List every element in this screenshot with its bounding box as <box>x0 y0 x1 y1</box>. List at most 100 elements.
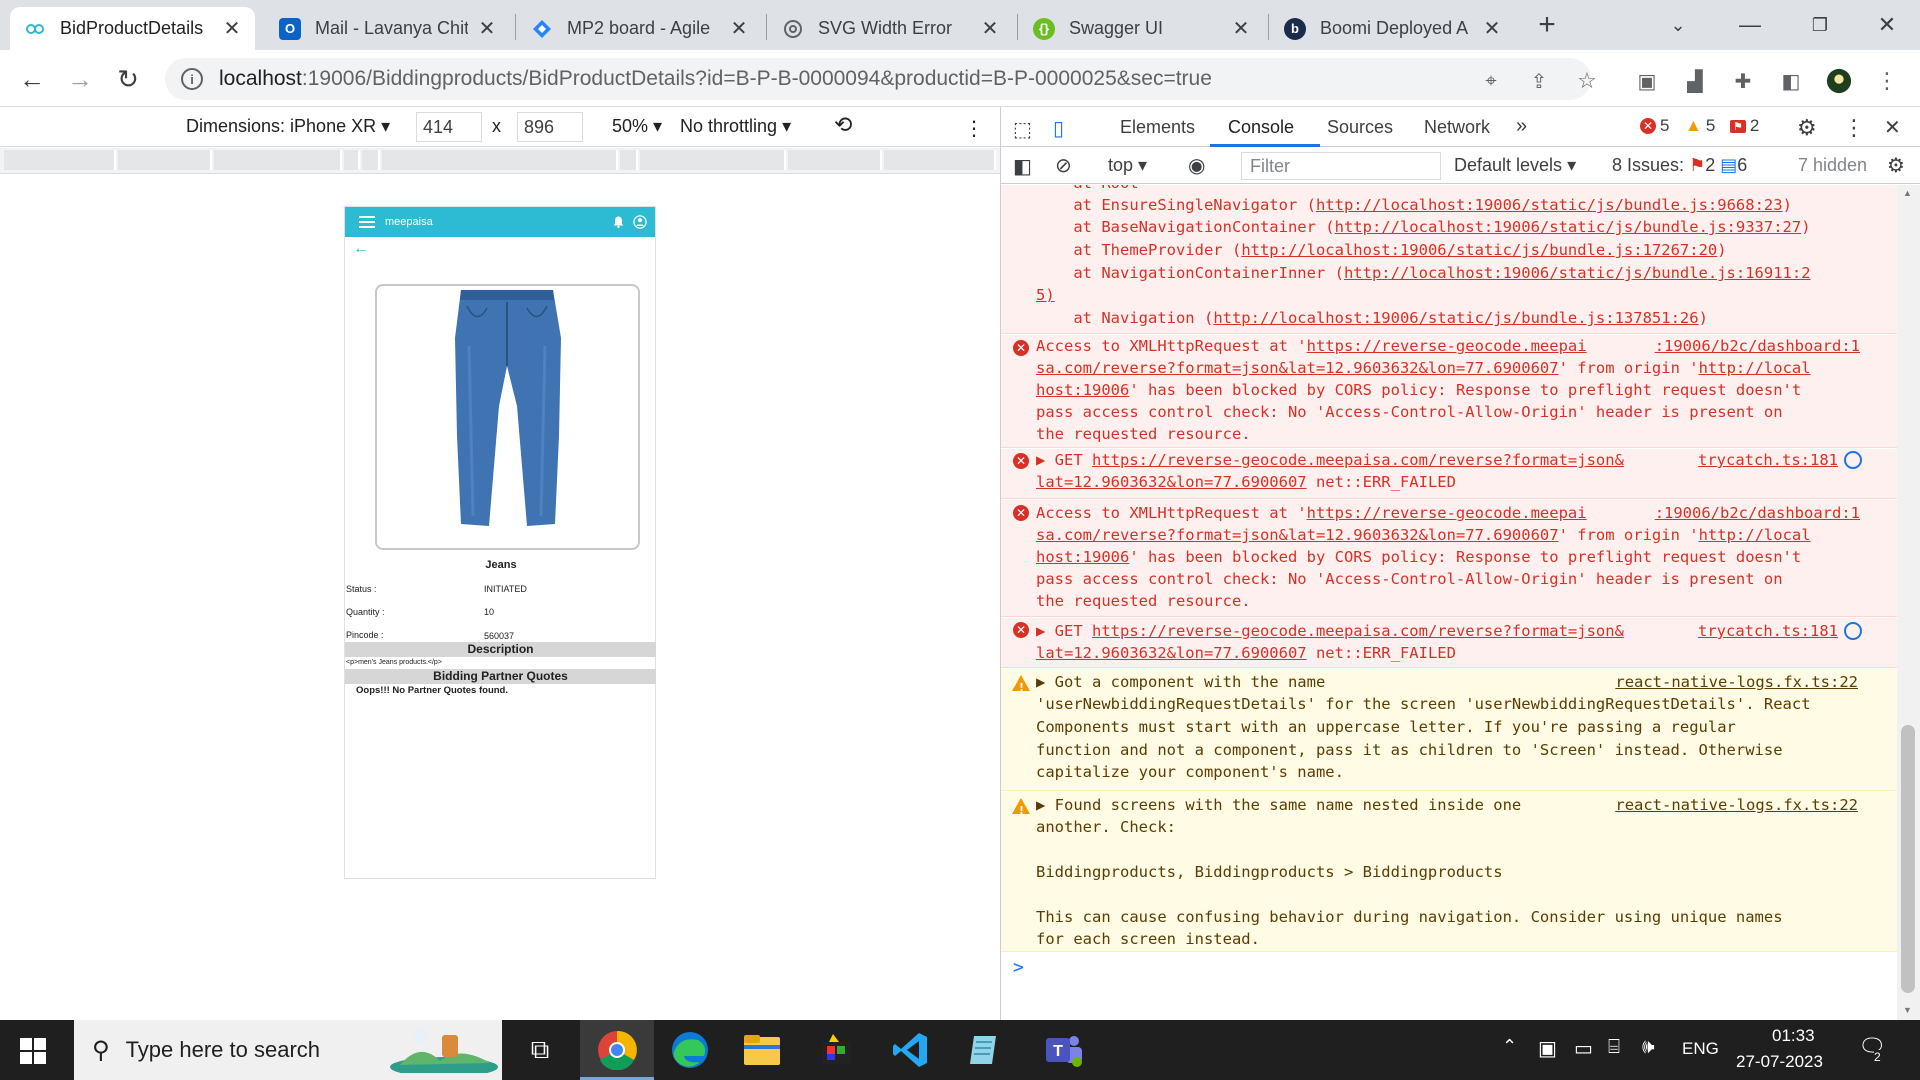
stack-link[interactable]: 5) <box>1036 286 1055 304</box>
stack-link[interactable]: http://localhost:19006/static/js/bundle.… <box>1241 241 1717 259</box>
browser-tab-boomi[interactable]: b Boomi Deployed A ✕ <box>1270 7 1515 50</box>
close-tab-icon[interactable]: ✕ <box>730 16 748 41</box>
vscode-icon[interactable] <box>888 1028 932 1072</box>
request-url-link[interactable]: sa.com/reverse?format=json&lat=12.960363… <box>1036 359 1559 377</box>
address-bar[interactable]: i localhost:19006/Biddingproducts/BidPro… <box>165 58 1591 100</box>
site-info-icon[interactable]: i <box>181 68 203 90</box>
error-count-badge[interactable]: ✕ 5 <box>1640 116 1669 136</box>
warning-count-badge[interactable]: ▲ 5 <box>1685 116 1715 136</box>
forward-button[interactable]: → <box>62 61 98 97</box>
request-url-link[interactable]: lat=12.9603632&lon=77.6900607 <box>1036 644 1307 662</box>
width-input[interactable]: 414 <box>416 112 482 142</box>
paint-app-icon[interactable] <box>815 1028 859 1072</box>
close-tab-icon[interactable]: ✕ <box>1483 16 1501 41</box>
console-warning-component-name[interactable]: ▶ Got a component with the name react-na… <box>1001 669 1898 791</box>
device-more-icon[interactable]: ⋮ <box>964 116 984 141</box>
notepad-app-icon[interactable] <box>962 1028 1006 1072</box>
chrome-icon[interactable] <box>595 1028 639 1072</box>
zoom-select[interactable]: 50% ▾ <box>612 116 662 137</box>
request-url-link[interactable]: https://reverse-geocode.meepaisa.com/rev… <box>1092 451 1624 469</box>
browser-tab-mp2-board[interactable]: MP2 board - Agile ✕ <box>517 7 762 50</box>
inspect-element-icon[interactable]: ⬚ <box>1013 117 1032 142</box>
user-profile-icon[interactable] <box>633 215 647 229</box>
request-url-link[interactable]: https://reverse-geocode.meepai <box>1307 337 1587 355</box>
taskbar-search-box[interactable]: ⚲ Type here to search <box>74 1020 502 1080</box>
clock-time[interactable]: 01:33 <box>1772 1026 1815 1046</box>
tab-elements[interactable]: Elements <box>1120 117 1195 138</box>
source-link[interactable]: :19006/b2c/dashboard:1 <box>1655 335 1860 358</box>
stack-link[interactable]: http://localhost:19006/static/js/bundle.… <box>1213 309 1698 327</box>
tab-network[interactable]: Network <box>1424 117 1490 138</box>
volume-icon[interactable]: 🕪 <box>1642 1036 1655 1059</box>
clock-date[interactable]: 27-07-2023 <box>1736 1052 1823 1072</box>
stack-link[interactable]: http://localhost:19006/static/js/bundle.… <box>1344 264 1811 282</box>
live-expression-eye-icon[interactable]: ◉ <box>1188 153 1205 178</box>
stack-link[interactable]: http://localhost:19006/static/js/bundle.… <box>1316 196 1783 214</box>
devtools-close-icon[interactable]: ✕ <box>1884 115 1901 140</box>
more-tabs-chevron-icon[interactable]: » <box>1516 115 1527 138</box>
new-tab-button[interactable]: + <box>1530 8 1564 42</box>
side-panel-icon[interactable]: ◧ <box>1778 68 1804 94</box>
source-link[interactable]: react-native-logs.fx.ts:22 <box>1615 671 1858 694</box>
request-url-link[interactable]: https://reverse-geocode.meepaisa.com/rev… <box>1092 622 1624 640</box>
rotate-icon[interactable]: ⟲ <box>834 112 852 138</box>
browser-tab-swagger[interactable]: {} Swagger UI ✕ <box>1019 7 1264 50</box>
close-tab-icon[interactable]: ✕ <box>981 16 999 41</box>
location-pin-icon[interactable]: ⌖ <box>1478 68 1504 94</box>
issues-button[interactable]: 8 Issues: ⚑2 ▤6 <box>1612 155 1747 176</box>
devtools-more-icon[interactable]: ⋮ <box>1843 115 1865 141</box>
extension-icon[interactable]: ▣ <box>1634 68 1660 94</box>
source-link[interactable]: trycatch.ts:181 <box>1698 620 1838 643</box>
language-indicator[interactable]: ENG <box>1682 1039 1719 1059</box>
show-hidden-icons-chevron-icon[interactable]: ⌃ <box>1502 1036 1517 1057</box>
context-select[interactable]: top ▾ <box>1108 155 1147 176</box>
hamburger-menu-icon[interactable] <box>359 213 375 231</box>
dimensions-select[interactable]: Dimensions: iPhone XR ▾ <box>186 116 390 137</box>
browser-tab-mail[interactable]: O Mail - Lavanya Chit ✕ <box>265 7 510 50</box>
browser-tab-svg-width-error[interactable]: SVG Width Error ✕ <box>768 7 1013 50</box>
network-request-icon[interactable] <box>1844 451 1862 469</box>
tab-console[interactable]: Console <box>1228 117 1294 138</box>
back-button[interactable]: ← <box>14 61 50 97</box>
minimize-button[interactable]: — <box>1733 8 1767 42</box>
request-url-link[interactable]: sa.com/reverse?format=json&lat=12.960363… <box>1036 526 1559 544</box>
sidebar-toggle-icon[interactable]: ◧ <box>1013 154 1032 179</box>
console-error-get[interactable]: ✕ ▶ GET https://reverse-geocode.meepaisa… <box>1001 449 1898 499</box>
origin-link[interactable]: http://local <box>1699 359 1811 377</box>
origin-link[interactable]: http://local <box>1699 526 1811 544</box>
close-tab-icon[interactable]: ✕ <box>223 16 241 41</box>
reload-button[interactable]: ↻ <box>110 61 146 97</box>
throttling-select[interactable]: No throttling ▾ <box>680 116 791 137</box>
scroll-up-arrow-icon[interactable]: ▲ <box>1903 188 1912 198</box>
browser-tab-bidproductdetails[interactable]: BidProductDetails ✕ <box>10 7 255 50</box>
back-arrow-icon[interactable]: ← <box>353 240 369 258</box>
avatar[interactable] <box>1826 68 1852 94</box>
source-link[interactable]: :19006/b2c/dashboard:1 <box>1655 502 1860 525</box>
teams-icon[interactable]: T <box>1042 1028 1086 1072</box>
console-filter-input[interactable]: Filter <box>1241 152 1441 180</box>
tab-sources[interactable]: Sources <box>1327 117 1393 138</box>
console-settings-icon[interactable]: ⚙ <box>1887 153 1905 178</box>
restore-button[interactable]: ❐ <box>1803 8 1837 42</box>
network-icon[interactable]: ⌸ <box>1608 1036 1620 1059</box>
log-levels-select[interactable]: Default levels ▾ <box>1454 155 1576 176</box>
windows-start-icon[interactable] <box>20 1038 46 1069</box>
extensions-puzzle-icon[interactable]: ✚ <box>1730 68 1756 94</box>
battery-icon[interactable]: ▭ <box>1574 1036 1593 1061</box>
origin-link[interactable]: host:19006 <box>1036 548 1129 566</box>
devtools-settings-icon[interactable]: ⚙ <box>1797 115 1817 141</box>
issue-count-badge[interactable]: ⚑ 2 <box>1730 116 1759 136</box>
file-explorer-icon[interactable] <box>740 1028 784 1072</box>
task-view-icon[interactable]: ⧉ <box>518 1028 562 1072</box>
extension-chart-icon[interactable]: ▟ <box>1682 68 1708 94</box>
media-query-bar[interactable] <box>0 148 1000 174</box>
edge-icon[interactable] <box>668 1028 712 1072</box>
scrollbar-thumb[interactable] <box>1901 725 1915 993</box>
source-link[interactable]: react-native-logs.fx.ts:22 <box>1615 794 1858 817</box>
device-toggle-icon[interactable]: ▯ <box>1053 116 1064 141</box>
clear-console-icon[interactable]: ⊘ <box>1055 153 1072 178</box>
console-input[interactable] <box>1036 953 1886 981</box>
notifications-icon[interactable]: 🗨 <box>1858 1034 1886 1060</box>
bell-icon[interactable] <box>611 215 625 229</box>
request-url-link[interactable]: https://reverse-geocode.meepai <box>1307 504 1587 522</box>
